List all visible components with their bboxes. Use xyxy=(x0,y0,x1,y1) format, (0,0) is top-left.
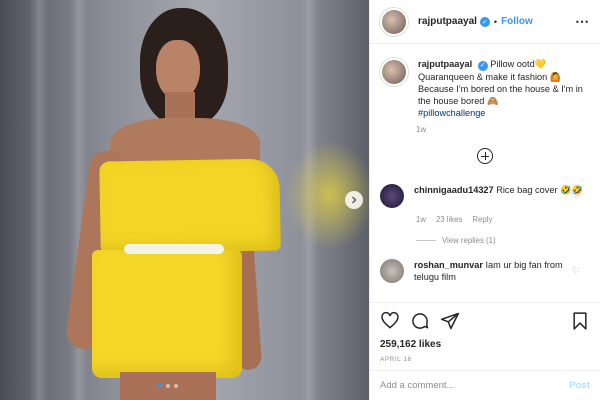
reply-button[interactable]: Reply xyxy=(472,215,492,224)
carousel-dot xyxy=(174,384,178,388)
comment-input[interactable] xyxy=(380,380,570,391)
post-photo[interactable] xyxy=(0,0,369,400)
bookmark-icon[interactable] xyxy=(570,311,590,331)
more-options-icon[interactable]: ⋯ xyxy=(575,13,590,30)
caption-hashtag[interactable]: #pillowchallenge xyxy=(418,107,590,119)
post-comment-button[interactable]: Post xyxy=(569,380,590,391)
yellow-pillow-dress-top xyxy=(99,158,281,254)
likes-count[interactable]: 259,162 likes xyxy=(380,339,590,350)
caption-text-block: rajputpaayal ✓ Pillow ootd💛 Quaranqueen … xyxy=(418,58,590,119)
comment-like-icon[interactable]: ♡ xyxy=(572,265,580,276)
caption: rajputpaayal ✓ Pillow ootd💛 Quaranqueen … xyxy=(370,44,600,119)
heart-icon[interactable] xyxy=(380,311,400,331)
commenter-avatar[interactable] xyxy=(380,259,404,283)
author-username[interactable]: rajputpaayal xyxy=(418,16,477,27)
post-header: rajputpaayal ✓ • Follow ⋯ xyxy=(370,0,600,44)
post-date[interactable]: APRIL 16 xyxy=(380,356,590,363)
comment-item: chinnigaadu14327 Rice bag cover 🤣🤣 ♡ xyxy=(370,184,600,208)
comment-time: 1w xyxy=(416,215,426,224)
caption-avatar[interactable] xyxy=(380,58,408,86)
comment-likes[interactable]: 23 likes xyxy=(436,215,462,224)
yellow-pillow-dress-bottom xyxy=(92,250,242,378)
comment-item: roshan_munvar Iam ur big fan from telugu… xyxy=(370,259,600,283)
commenter-avatar[interactable] xyxy=(380,184,404,208)
verified-badge-icon: ✓ xyxy=(479,16,490,27)
comment-text: Rice bag cover 🤣🤣 xyxy=(496,185,583,195)
carousel-dots xyxy=(158,384,178,388)
comment-text-block: chinnigaadu14327 Rice bag cover 🤣🤣 xyxy=(414,184,584,208)
divider xyxy=(416,240,436,241)
add-icon[interactable] xyxy=(477,148,493,164)
comment-meta: 1w 23 likes Reply xyxy=(416,215,600,224)
carousel-dot xyxy=(166,384,170,388)
post-details-panel: rajputpaayal ✓ • Follow ⋯ rajputpaayal ✓… xyxy=(369,0,600,400)
comment-icon[interactable] xyxy=(410,311,430,331)
pillow-belt xyxy=(124,244,224,254)
comment-text-block: roshan_munvar Iam ur big fan from telugu… xyxy=(414,259,584,283)
next-photo-button[interactable] xyxy=(345,191,363,209)
comment-username[interactable]: roshan_munvar xyxy=(414,260,483,270)
caption-time: 1w xyxy=(416,125,427,134)
comment-box: Post xyxy=(370,370,600,400)
carousel-dot xyxy=(158,384,162,388)
caption-username[interactable]: rajputpaayal xyxy=(418,59,472,69)
load-more-comments[interactable] xyxy=(370,148,600,164)
follow-button[interactable]: Follow xyxy=(501,16,533,27)
curtain-fold xyxy=(30,0,48,400)
comment-like-icon[interactable]: ♡ xyxy=(572,190,580,201)
comment-username[interactable]: chinnigaadu14327 xyxy=(414,185,494,195)
author-avatar[interactable] xyxy=(380,7,408,36)
person-face xyxy=(156,40,200,100)
view-replies-button[interactable]: View replies (1) xyxy=(416,236,600,245)
view-replies-label: View replies (1) xyxy=(442,236,496,245)
action-icons xyxy=(380,311,590,331)
verified-badge-icon: ✓ xyxy=(477,61,488,71)
next-arrow-icon xyxy=(352,196,357,204)
separator-dot: • xyxy=(493,16,498,27)
share-icon[interactable] xyxy=(440,311,460,331)
